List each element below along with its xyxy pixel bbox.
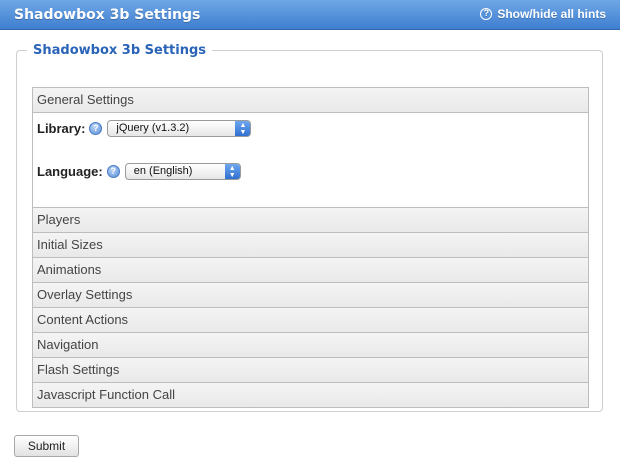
section-javascript-function-call[interactable]: Javascript Function Call [33, 383, 588, 407]
language-select-value: en (English) [133, 165, 193, 177]
section-animations[interactable]: Animations [33, 258, 588, 283]
language-label: Language: [37, 164, 103, 179]
title-bar: Shadowbox 3b Settings ? Show/hide all hi… [0, 0, 620, 30]
select-arrow-icon: ▲ ▼ [235, 121, 251, 136]
show-hide-hints-label: Show/hide all hints [497, 7, 606, 21]
library-label: Library: [37, 121, 86, 136]
settings-panel: Shadowbox 3b Settings General Settings L… [16, 43, 603, 412]
app-title: Shadowbox 3b Settings [14, 7, 201, 23]
language-help-icon[interactable]: ? [106, 165, 120, 178]
section-initial-sizes[interactable]: Initial Sizes [33, 233, 588, 258]
select-arrow-icon: ▲ ▼ [224, 164, 240, 179]
settings-accordion: General Settings Library: ? jQuery (v1.3… [32, 87, 589, 408]
show-hide-hints-link[interactable]: ? Show/hide all hints [480, 7, 606, 21]
question-circle-icon: ? [480, 8, 493, 20]
panel-title: Shadowbox 3b Settings [33, 43, 207, 58]
library-select-value: jQuery (v1.3.2) [116, 122, 190, 134]
section-players[interactable]: Players [33, 208, 588, 233]
library-help-icon[interactable]: ? [89, 122, 103, 135]
general-settings-body: Library: ? jQuery (v1.3.2) ▲ ▼ Language: … [33, 113, 588, 208]
section-flash-settings[interactable]: Flash Settings [33, 358, 588, 383]
library-select[interactable]: jQuery (v1.3.2) ▲ ▼ [107, 120, 252, 137]
library-row: Library: ? jQuery (v1.3.2) ▲ ▼ [37, 120, 252, 137]
section-navigation[interactable]: Navigation [33, 333, 588, 358]
section-general-settings[interactable]: General Settings [33, 88, 588, 113]
section-overlay-settings[interactable]: Overlay Settings [33, 283, 588, 308]
section-content-actions[interactable]: Content Actions [33, 308, 588, 333]
language-select[interactable]: en (English) ▲ ▼ [124, 163, 241, 180]
submit-button[interactable]: Submit [14, 435, 79, 457]
language-row: Language: ? en (English) ▲ ▼ [37, 163, 241, 180]
